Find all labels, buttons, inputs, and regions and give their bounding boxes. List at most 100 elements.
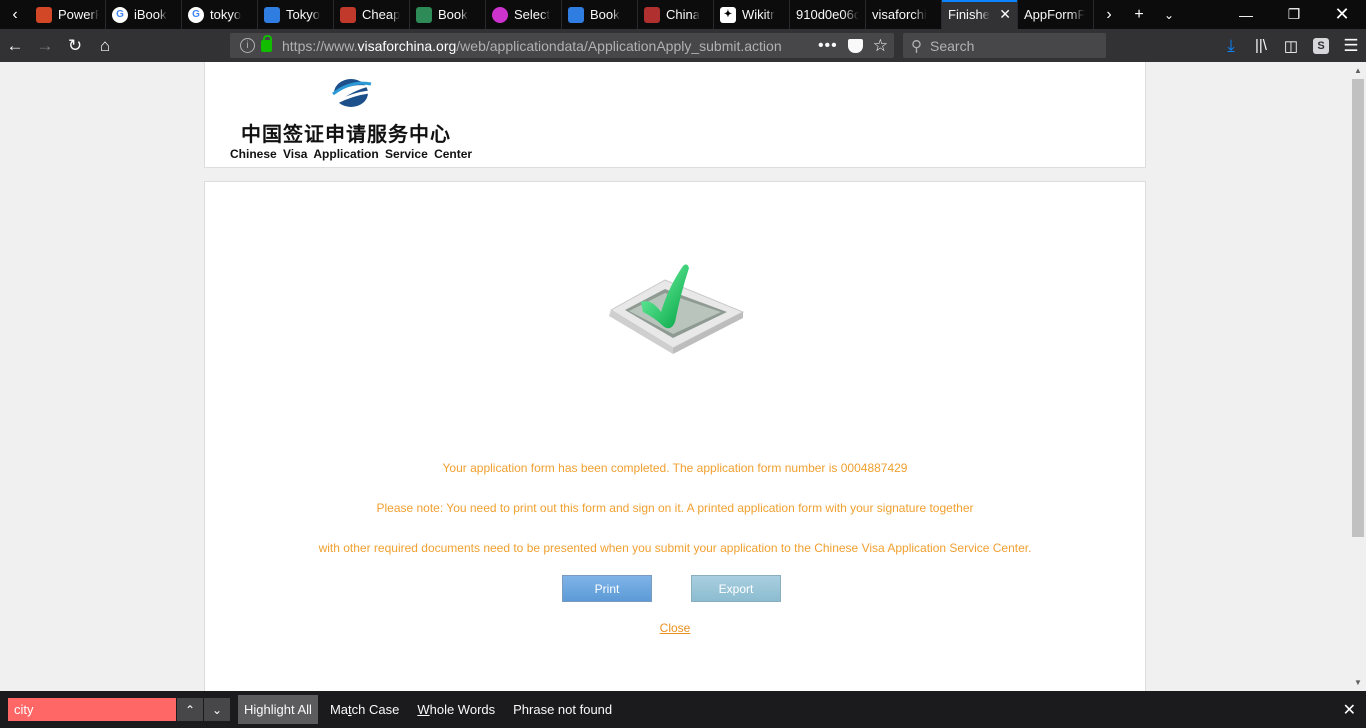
tab-label: PowerPoi	[58, 7, 99, 22]
vertical-scrollbar[interactable]: ▲ ▼	[1350, 62, 1366, 691]
toolbar-right: ⤓ ||\ ◫ S ☰	[1216, 29, 1366, 62]
url-domain: visaforchina.org	[357, 37, 457, 54]
tab-10[interactable]: 910d0e06c	[790, 0, 866, 29]
tab-label: tokyo	[210, 7, 242, 22]
tab-13[interactable]: AppFormF	[1018, 0, 1094, 29]
find-previous-button[interactable]: ⌃	[176, 698, 203, 721]
tab-label: AppFormF	[1024, 7, 1086, 22]
whole-words-accesskey: W	[417, 702, 430, 717]
tab-2[interactable]: Gtokyo	[182, 0, 258, 29]
close-link-label[interactable]: Close	[660, 621, 691, 635]
new-tab-button[interactable]: +	[1124, 6, 1154, 24]
logo-chinese-text: 中国签证申请服务中心	[241, 122, 451, 146]
window-controls: — ❐ ✕	[1222, 0, 1366, 29]
scroll-down-arrow-icon[interactable]: ▼	[1350, 674, 1366, 691]
checkmark-icon	[609, 264, 745, 354]
tab-3[interactable]: Tokyo	[258, 0, 334, 29]
completion-message: Your application form has been completed…	[442, 461, 908, 475]
tab-controls: › + ⌄	[1094, 0, 1184, 29]
restore-button[interactable]: ❐	[1270, 0, 1318, 29]
forward-button[interactable]: →	[30, 31, 60, 61]
trip-icon	[416, 6, 432, 23]
pocket-icon[interactable]	[847, 38, 863, 53]
back-button[interactable]: ←	[0, 31, 30, 61]
confirmation-card: Your application form has been completed…	[204, 181, 1146, 691]
tab-1[interactable]: GiBook	[106, 0, 182, 29]
all-tabs-dropdown-button[interactable]: ⌄	[1154, 8, 1184, 22]
sidebar-icon[interactable]: ◫	[1276, 31, 1306, 61]
sync-icon: S	[1313, 37, 1329, 54]
url-bar[interactable]: i https://www.visaforchina.org/web/appli…	[230, 33, 894, 58]
menu-hamburger-icon[interactable]: ☰	[1336, 31, 1366, 61]
scrollbar-thumb[interactable]	[1352, 79, 1364, 537]
library-icon[interactable]: ||\	[1246, 31, 1276, 61]
header-card: 中国签证申请服务中心 Chinese Visa Application Serv…	[204, 62, 1146, 168]
highlight-all-toggle[interactable]: Highlight All	[238, 695, 318, 724]
tab-label: iBook	[134, 7, 167, 22]
tab-scroll-left-button[interactable]: ‹	[0, 0, 30, 29]
search-icon: ⚲	[911, 37, 922, 55]
highlight-all-label: Highlight All	[244, 702, 312, 717]
info-icon[interactable]: i	[240, 38, 255, 53]
tab-12[interactable]: Finishe ✕	[942, 0, 1018, 29]
tab-label: Select	[514, 7, 551, 22]
tab-label: 910d0e06c	[796, 7, 859, 22]
note-message-line1: Please note: You need to print out this …	[376, 501, 974, 515]
tab-label: Book	[438, 7, 468, 22]
bird-icon	[264, 6, 280, 23]
minimize-button[interactable]: —	[1222, 0, 1270, 29]
find-next-button[interactable]: ⌄	[203, 698, 230, 721]
whole-words-toggle[interactable]: Whole Words	[411, 695, 501, 724]
close-link[interactable]: Close	[205, 621, 1145, 635]
tab-label: Wikitr	[742, 7, 775, 22]
tab-5[interactable]: Book	[410, 0, 486, 29]
find-input[interactable]: city	[8, 698, 176, 721]
find-close-icon[interactable]: ✕	[1343, 700, 1356, 720]
url-text[interactable]: https://www.visaforchina.org/web/applica…	[282, 38, 782, 54]
page-actions-icon[interactable]: •••	[818, 37, 838, 55]
circle-icon	[492, 6, 508, 23]
find-bar: city ⌃ ⌄ Highlight All Ma t ch Case Whole …	[0, 691, 1366, 728]
navigation-toolbar: ← → ↻ ⌂ i https://www.visaforchina.org/w…	[0, 29, 1366, 62]
page-content: 中国签证申请服务中心 Chinese Visa Application Serv…	[0, 62, 1350, 691]
search-bar[interactable]: ⚲ Search	[903, 33, 1106, 58]
bird-icon	[568, 6, 584, 23]
match-case-toggle[interactable]: Ma t ch Case	[324, 695, 405, 724]
tab-close-icon[interactable]: ✕	[999, 6, 1011, 23]
tab-label: Book	[590, 7, 620, 22]
home-button[interactable]: ⌂	[90, 31, 120, 61]
google-icon: G	[112, 6, 128, 23]
tab-4[interactable]: Cheap	[334, 0, 410, 29]
whole-words-label: hole Words	[429, 702, 496, 717]
scroll-up-arrow-icon[interactable]: ▲	[1350, 62, 1366, 79]
reload-button[interactable]: ↻	[60, 31, 90, 61]
tab-7[interactable]: Book	[562, 0, 638, 29]
sync-account-button[interactable]: S	[1306, 31, 1336, 61]
bookmark-star-icon[interactable]: ☆	[873, 36, 888, 56]
tab-label: Finishe	[948, 7, 990, 22]
url-prefix: https://www.	[282, 37, 358, 54]
tab-label: Tokyo	[286, 7, 320, 22]
print-button[interactable]: Print	[562, 575, 652, 602]
tab-8[interactable]: China	[638, 0, 714, 29]
tab-6[interactable]: Select	[486, 0, 562, 29]
close-window-button[interactable]: ✕	[1318, 0, 1366, 29]
note-message-line2: with other required documents need to be…	[318, 541, 1032, 555]
url-path: /web/applicationdata/ApplicationApply_su…	[456, 37, 782, 54]
match-case-label-a: Ma	[329, 702, 348, 717]
tab-11[interactable]: visaforchi	[866, 0, 942, 29]
site-logo[interactable]: 中国签证申请服务中心 Chinese Visa Application Serv…	[229, 74, 479, 164]
wikitravel-icon: ✦	[720, 6, 736, 23]
logo-mark-icon	[331, 79, 372, 107]
search-placeholder: Search	[930, 37, 975, 54]
lock-icon	[261, 34, 272, 52]
google-icon: G	[188, 6, 204, 23]
find-navigation: ⌃ ⌄	[176, 698, 230, 721]
tab-0[interactable]: PowerPoi	[30, 0, 106, 29]
download-icon[interactable]: ⤓	[1216, 31, 1246, 61]
tab-9[interactable]: ✦ Wikitr	[714, 0, 790, 29]
tab-scroll-right-button[interactable]: ›	[1094, 6, 1124, 24]
export-button[interactable]: Export	[691, 575, 781, 602]
bag-icon	[340, 6, 356, 23]
tab-label: visaforchi	[872, 7, 927, 22]
